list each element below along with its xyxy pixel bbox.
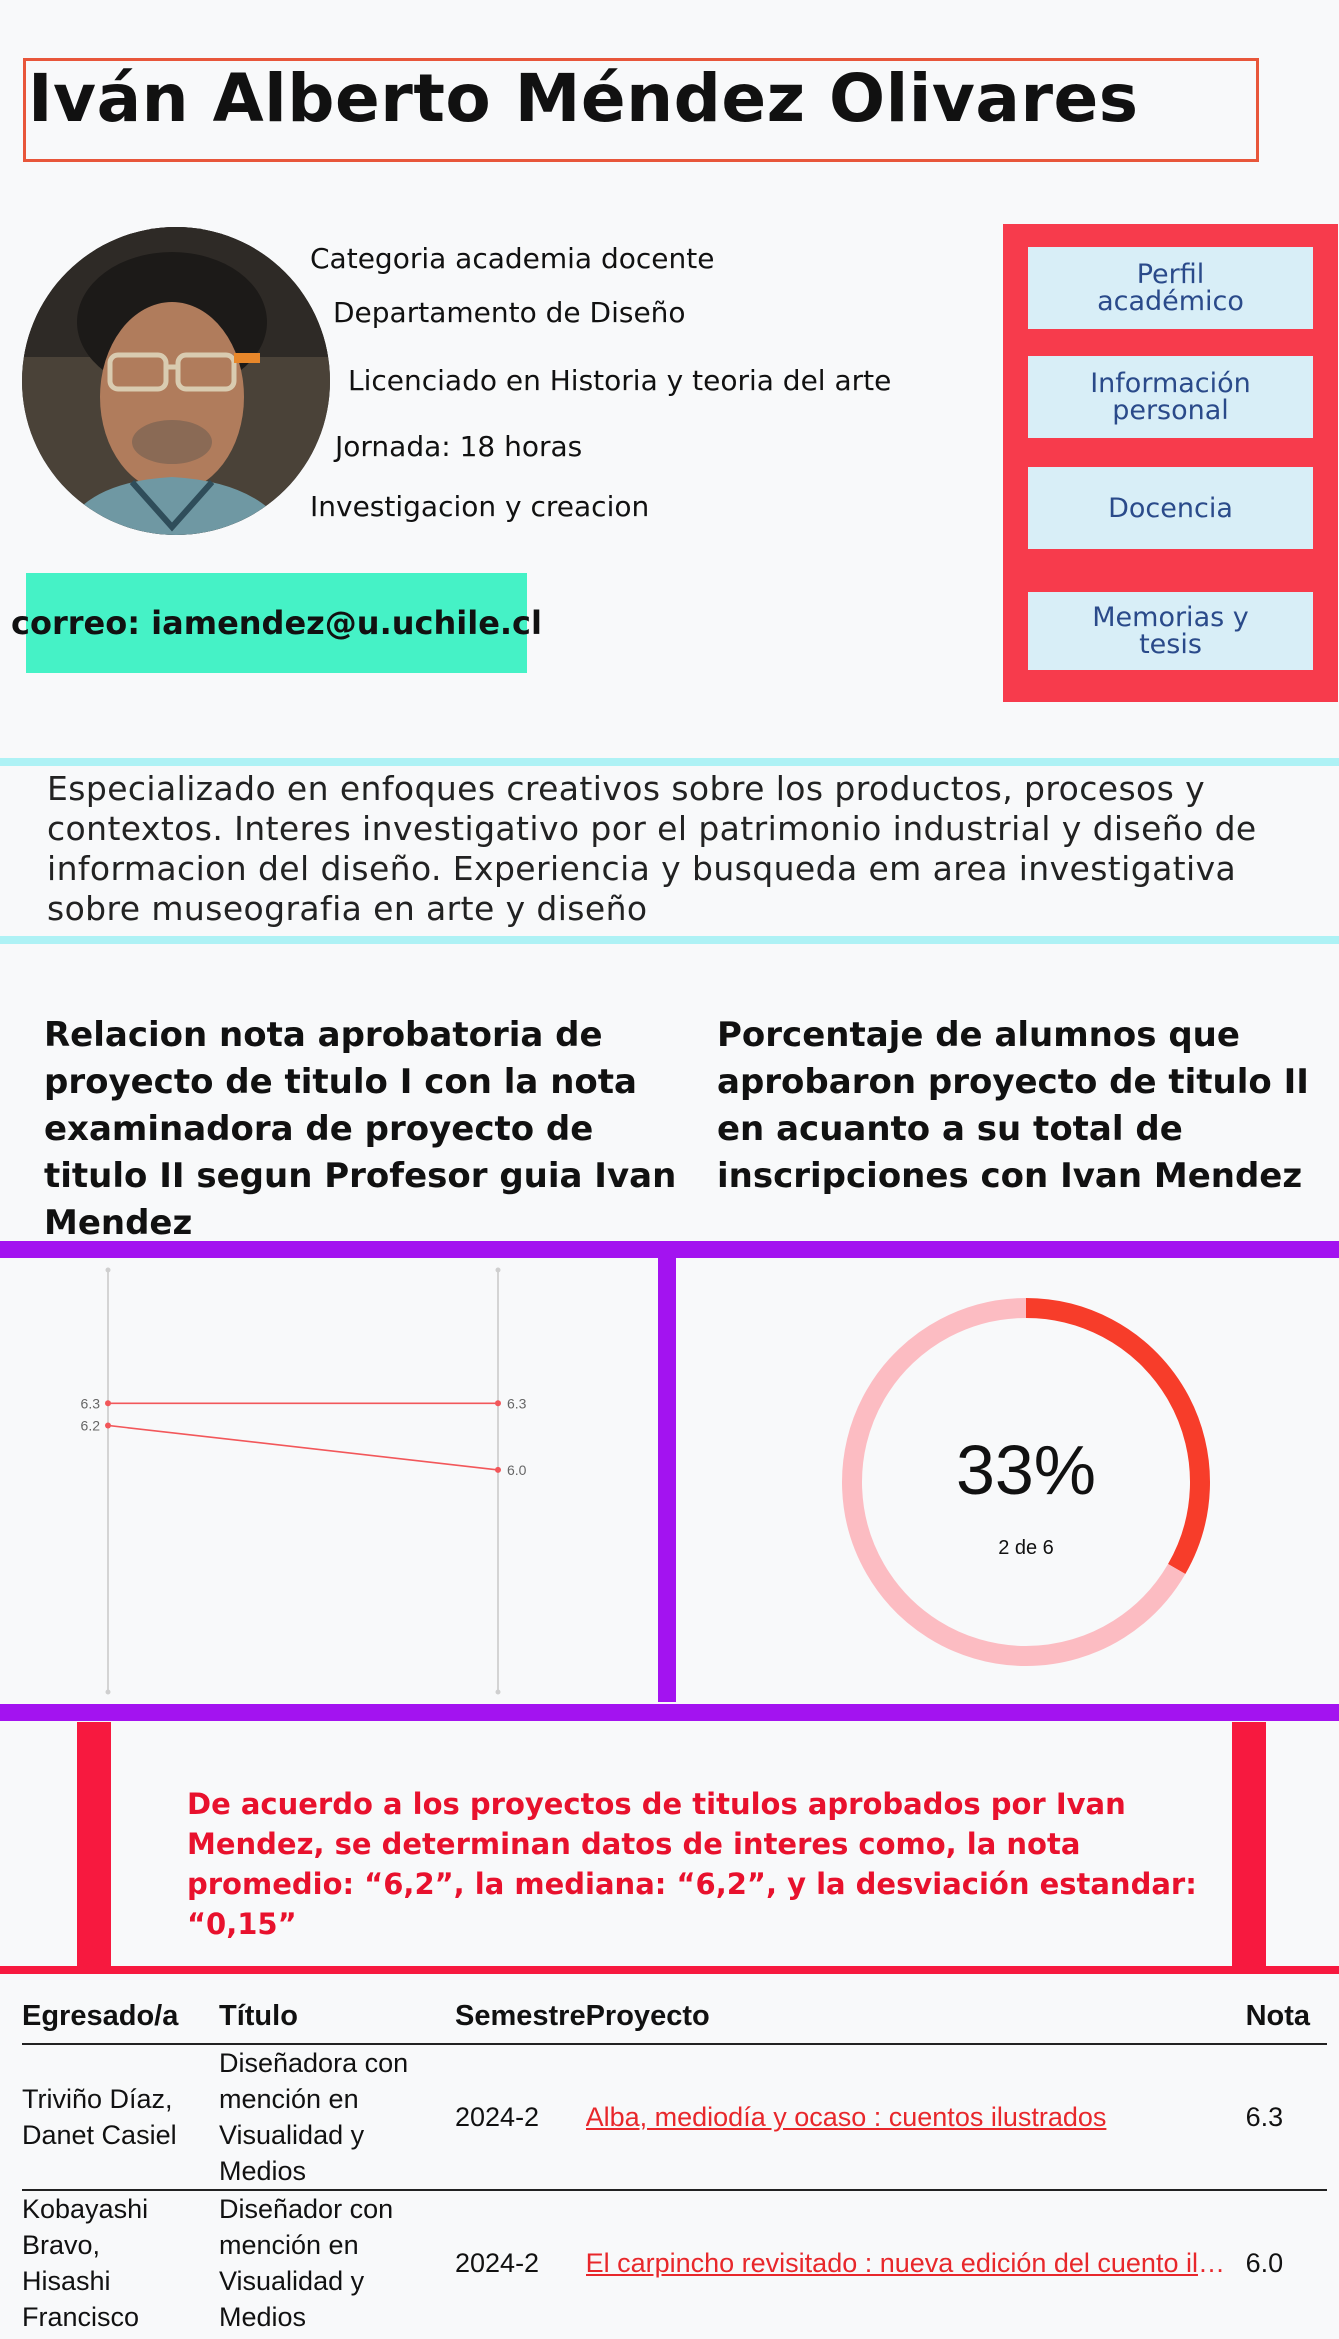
- nav-informacion-personal-button[interactable]: Información personal: [1028, 356, 1313, 438]
- summary-frame-right: [1232, 1722, 1266, 1972]
- summary-frame-left: [77, 1722, 111, 1972]
- series-line: [107, 1424, 499, 1471]
- axis-cap: [495, 1689, 501, 1695]
- degree-text: Licenciado en Historia y teoria del arte: [348, 364, 892, 397]
- egresado-line: Triviño Díaz,: [22, 2084, 173, 2114]
- nav-perfil-label: Perfil académico: [1097, 259, 1244, 317]
- page-title: Iván Alberto Méndez Olivares: [28, 60, 1139, 137]
- nav-memorias-label: Memorias y tesis: [1092, 602, 1249, 660]
- egresado-line: Hisashi Francisco: [22, 2266, 140, 2332]
- projects-table: Egresado/a Título Semestre Proyecto Nota…: [22, 1990, 1327, 2335]
- axis-cap: [105, 1689, 111, 1695]
- department-text: Departamento de Diseño: [333, 296, 686, 329]
- email-box: correo: iamendez@u.uchile.cl: [11, 573, 542, 673]
- table-row: Triviño Díaz, Danet Casiel Diseñadora co…: [22, 2044, 1327, 2190]
- titulo-line: Diseñador con: [219, 2194, 394, 2224]
- start-label: 6.3: [81, 1395, 101, 1411]
- cell-titulo: Diseñadora con mención en Visualidad y M…: [219, 2044, 455, 2190]
- divider-top: [0, 758, 1339, 766]
- data-point: [105, 1400, 111, 1407]
- table-header-row: Egresado/a Título Semestre Proyecto Nota: [22, 1990, 1327, 2045]
- axis-cap: [495, 1267, 501, 1273]
- area-text: Investigacion y creacion: [310, 490, 650, 523]
- titulo-line: Diseñadora con: [219, 2048, 409, 2078]
- titulo-line: Visualidad y Medios: [219, 2266, 365, 2332]
- email-text[interactable]: correo: iamendez@u.uchile.cl: [11, 604, 542, 642]
- nav-memorias-tesis-button[interactable]: Memorias y tesis: [1028, 592, 1313, 670]
- nav-panel: Perfil académico Información personal Do…: [1003, 224, 1338, 702]
- nav-personal-label: Información personal: [1090, 368, 1251, 426]
- cell-proyecto: Alba, mediodía y ocaso : cuentos ilustra…: [586, 2044, 1246, 2190]
- nav-perfil-academico-button[interactable]: Perfil académico: [1028, 247, 1313, 329]
- titulo-line: mención en: [219, 2084, 359, 2114]
- nav-docencia-label: Docencia: [1108, 492, 1233, 524]
- start-label: 6.2: [81, 1417, 101, 1433]
- data-point: [105, 1422, 111, 1429]
- cell-nota: 6.0: [1245, 2248, 1284, 2278]
- end-label: 6.0: [507, 1462, 527, 1478]
- data-point: [495, 1466, 501, 1473]
- header-proyecto: Proyecto: [585, 1990, 1246, 2045]
- table-row: Kobayashi Bravo, Hisashi Francisco Diseñ…: [22, 2190, 1327, 2335]
- chart-frame-bottom: [0, 1704, 1339, 1721]
- cell-semestre: 2024-2: [455, 2102, 540, 2132]
- summary-text: De acuerdo a los proyectos de titulos ap…: [187, 1787, 1197, 1941]
- donut-chart: 33% 2 de 6: [842, 1298, 1210, 1666]
- cell-titulo: Diseñador con mención en Visualidad y Me…: [219, 2190, 455, 2335]
- portrait-image: [22, 227, 330, 535]
- end-label: 6.3: [507, 1395, 527, 1411]
- slope-chart: 6.3 6.3 6.2 6.0: [81, 1267, 527, 1695]
- bio-text: Especializado en enfoques creativos sobr…: [47, 769, 1257, 928]
- avatar: [22, 227, 330, 535]
- titulo-line: Visualidad y Medios: [219, 2120, 365, 2186]
- cell-egresado: Triviño Díaz, Danet Casiel: [22, 2044, 219, 2190]
- header-egresado: Egresado/a: [22, 1990, 219, 2045]
- project-link[interactable]: Alba, mediodía y ocaso : cuentos ilustra…: [586, 2099, 1226, 2135]
- project-link[interactable]: El carpincho revisitado : nueva edición …: [586, 2245, 1226, 2281]
- header-semestre: Semestre: [455, 1990, 586, 2045]
- chart-frame-top: [0, 1241, 1339, 1258]
- left-chart-title: Relacion nota aprobatoria de proyecto de…: [44, 1015, 677, 1243]
- hours-text: Jornada: 18 horas: [335, 430, 583, 463]
- divider-bottom: [0, 936, 1339, 944]
- donut-percent: 33%: [956, 1431, 1096, 1509]
- header-titulo: Título: [219, 1990, 455, 2045]
- summary-frame-bottom: [0, 1966, 1339, 1974]
- egresado-line: Danet Casiel: [22, 2120, 177, 2150]
- nav-docencia-button[interactable]: Docencia: [1028, 467, 1313, 549]
- header-nota: Nota: [1245, 1990, 1327, 2045]
- right-chart-title: Porcentaje de alumnos que aprobaron proy…: [717, 1015, 1309, 1196]
- chart-divider: [658, 1258, 676, 1702]
- cell-proyecto: El carpincho revisitado : nueva edición …: [586, 2190, 1246, 2335]
- donut-sub: 2 de 6: [998, 1537, 1054, 1559]
- category-text: Categoria academia docente: [310, 242, 715, 275]
- titulo-line: mención en: [219, 2230, 359, 2260]
- cell-semestre: 2024-2: [455, 2248, 540, 2278]
- data-point: [495, 1400, 501, 1407]
- cell-nota: 6.3: [1245, 2102, 1284, 2132]
- cell-egresado: Kobayashi Bravo, Hisashi Francisco: [22, 2190, 219, 2335]
- egresado-line: Kobayashi Bravo,: [22, 2194, 149, 2260]
- axis-cap: [105, 1267, 111, 1273]
